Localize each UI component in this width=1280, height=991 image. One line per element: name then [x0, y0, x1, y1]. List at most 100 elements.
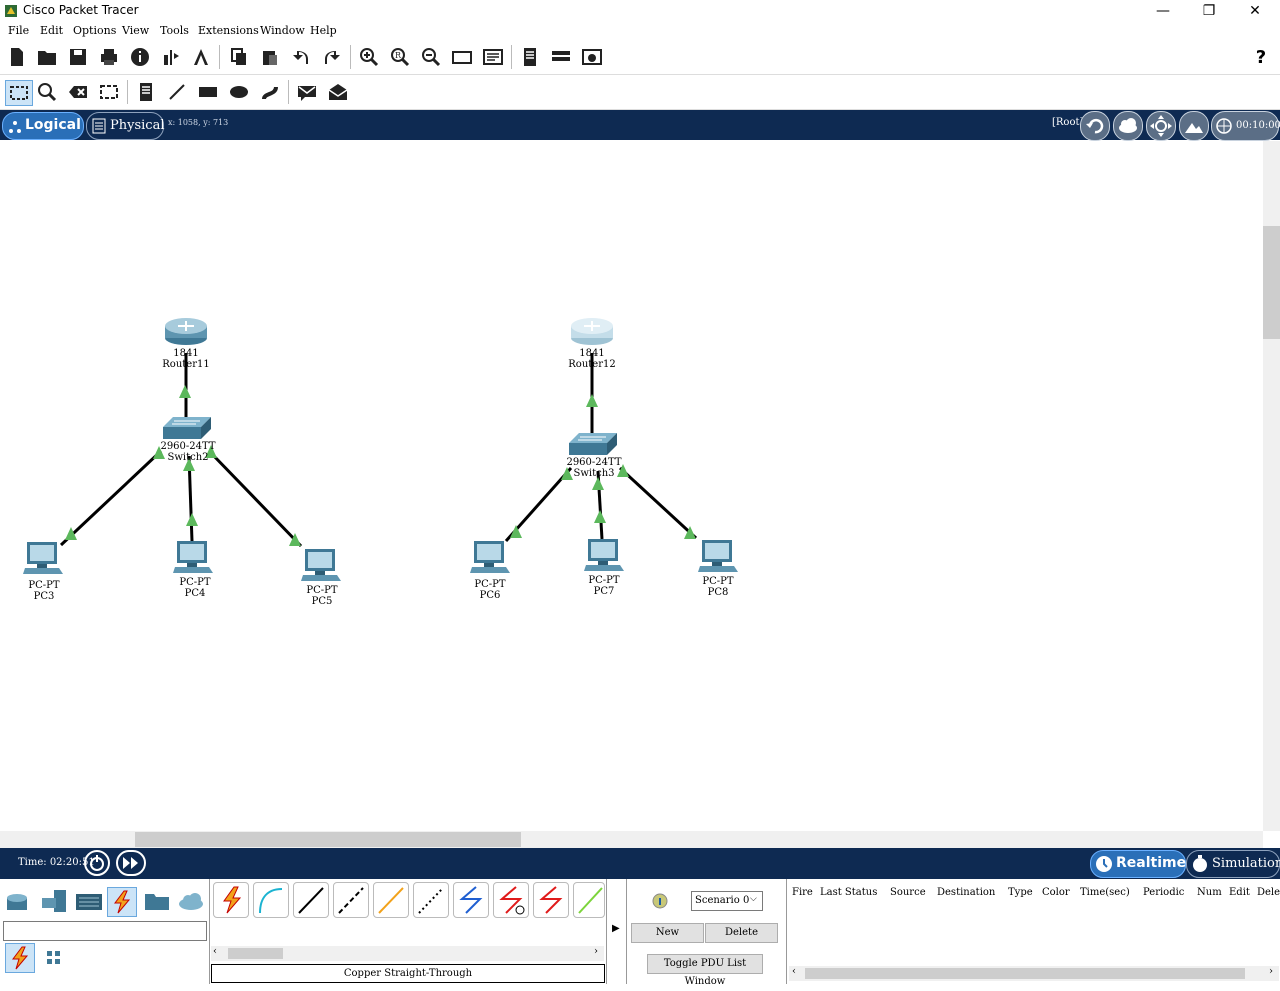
fiber-cable-icon[interactable] — [373, 882, 409, 918]
zoom-in-icon[interactable] — [358, 46, 380, 68]
scroll-right-icon[interactable]: › — [594, 946, 598, 957]
menu-extensions[interactable]: Extensions — [198, 24, 259, 37]
miscellaneous-icon[interactable] — [142, 888, 172, 916]
place-note-icon[interactable] — [135, 81, 157, 103]
console-cable-icon[interactable] — [253, 882, 289, 918]
menu-window[interactable]: Window — [260, 24, 305, 37]
device-name[interactable]: Router11 — [156, 359, 216, 370]
column-header[interactable]: Edit — [1229, 887, 1250, 898]
device-name[interactable]: PC8 — [688, 587, 748, 598]
device-search-input[interactable] — [3, 921, 207, 941]
undo-icon[interactable] — [290, 46, 312, 68]
print-icon[interactable] — [98, 46, 120, 68]
pc-icon[interactable] — [301, 547, 343, 585]
menu-tools[interactable]: Tools — [160, 24, 189, 37]
redo-icon[interactable] — [321, 46, 343, 68]
palette-scrollbar[interactable]: ‹ › — [211, 946, 604, 961]
inspect-icon[interactable] — [36, 81, 58, 103]
pc-icon[interactable] — [584, 537, 626, 575]
add-simple-pdu-icon[interactable] — [296, 81, 318, 103]
switch-icon[interactable] — [162, 415, 212, 441]
horizontal-scrollbar[interactable] — [0, 831, 1263, 848]
octal-cable-icon[interactable] — [573, 882, 605, 918]
pc-icon[interactable] — [23, 540, 65, 578]
router-icon[interactable] — [164, 316, 208, 346]
back-icon[interactable] — [1080, 111, 1110, 141]
move-object-icon[interactable] — [1146, 111, 1176, 141]
pc-icon[interactable] — [698, 538, 740, 576]
background-image-icon[interactable] — [1179, 111, 1209, 141]
menu-file[interactable]: File — [8, 24, 29, 37]
add-complex-pdu-icon[interactable] — [327, 81, 349, 103]
scenario-select[interactable]: Scenario 0 ⌵ — [691, 891, 763, 911]
simulation-mode[interactable]: Simulation — [1186, 850, 1280, 878]
new-scenario-button[interactable]: New — [631, 923, 704, 943]
connections-subcategory-icon[interactable] — [5, 943, 35, 973]
horizontal-scroll-thumb[interactable] — [135, 832, 521, 847]
logical-workspace[interactable]: 1841 Router11 2960-24TT Switch2 PC-PT PC… — [1, 141, 1263, 831]
freeform-icon[interactable] — [259, 81, 281, 103]
network-info-icon[interactable] — [160, 46, 182, 68]
column-header[interactable]: Time(sec) — [1080, 887, 1130, 898]
device-name[interactable]: Router12 — [562, 359, 622, 370]
column-header[interactable]: Num — [1197, 887, 1222, 898]
expand-arrow-icon[interactable]: ▶ — [612, 923, 620, 934]
activity-wizard-icon[interactable] — [190, 46, 212, 68]
switch-icon[interactable] — [568, 431, 618, 457]
device-name[interactable]: PC7 — [574, 586, 634, 597]
column-header[interactable]: Color — [1042, 887, 1070, 898]
minimize-button[interactable]: — — [1140, 0, 1186, 22]
scroll-right-icon[interactable]: › — [1269, 966, 1273, 977]
router-icon[interactable] — [570, 316, 614, 346]
notes-icon[interactable] — [519, 46, 541, 68]
end-devices-icon[interactable] — [40, 888, 70, 916]
network-devices-icon[interactable] — [4, 888, 34, 916]
draw-ellipse-icon[interactable] — [228, 81, 250, 103]
screenshot-icon[interactable] — [581, 46, 603, 68]
fast-forward-icon[interactable] — [116, 850, 146, 876]
open-folder-icon[interactable] — [36, 46, 58, 68]
device-name[interactable]: PC5 — [292, 596, 352, 607]
new-file-icon[interactable] — [6, 46, 28, 68]
coaxial-cable-icon[interactable] — [453, 882, 489, 918]
device-panel-icon[interactable] — [550, 46, 572, 68]
pdu-scrollbar[interactable]: ‹ › — [789, 966, 1279, 981]
scroll-left-icon[interactable]: ‹ — [213, 946, 217, 957]
resize-shape-icon[interactable] — [98, 81, 120, 103]
vertical-scrollbar[interactable] — [1263, 141, 1280, 831]
pc-icon[interactable] — [470, 539, 512, 577]
palette-scroll-thumb[interactable] — [228, 948, 283, 959]
serial-dce-icon[interactable] — [493, 882, 529, 918]
restore-button[interactable]: ❐ — [1186, 0, 1232, 22]
scroll-left-icon[interactable]: ‹ — [792, 966, 796, 977]
column-header[interactable]: Type — [1008, 887, 1033, 898]
paste-icon[interactable] — [259, 46, 281, 68]
menu-help[interactable]: Help — [310, 24, 337, 37]
menu-options[interactable]: Options — [73, 24, 116, 37]
menu-view[interactable]: View — [122, 24, 149, 37]
logical-tab[interactable]: Logical — [2, 112, 84, 140]
close-button[interactable]: ✕ — [1232, 0, 1278, 22]
select-icon[interactable] — [5, 80, 33, 106]
column-header[interactable]: Periodic — [1143, 887, 1184, 898]
pdu-scroll-thumb[interactable] — [805, 968, 1245, 979]
copper-straight-through-icon[interactable] — [293, 882, 329, 918]
column-header[interactable]: Destination — [937, 887, 995, 898]
custom-device-icon[interactable] — [482, 46, 504, 68]
help-icon[interactable]: ? — [1250, 46, 1272, 68]
toggle-pdu-list-button[interactable]: Toggle PDU List Window — [647, 954, 763, 987]
device-name[interactable]: Switch2 — [158, 452, 218, 463]
grid-icon[interactable] — [45, 949, 63, 967]
delete-icon[interactable] — [67, 81, 89, 103]
zoom-out-icon[interactable] — [420, 46, 442, 68]
drawing-palette-icon[interactable] — [451, 46, 473, 68]
phone-cable-icon[interactable] — [413, 882, 449, 918]
components-icon[interactable] — [74, 888, 104, 916]
draw-rectangle-icon[interactable] — [197, 81, 219, 103]
save-icon[interactable] — [67, 46, 89, 68]
column-header[interactable]: Source — [890, 887, 926, 898]
realtime-mode[interactable]: Realtime — [1090, 850, 1186, 878]
device-name[interactable]: PC3 — [14, 591, 74, 602]
pc-icon[interactable] — [173, 539, 215, 577]
connections-icon[interactable] — [107, 887, 137, 917]
